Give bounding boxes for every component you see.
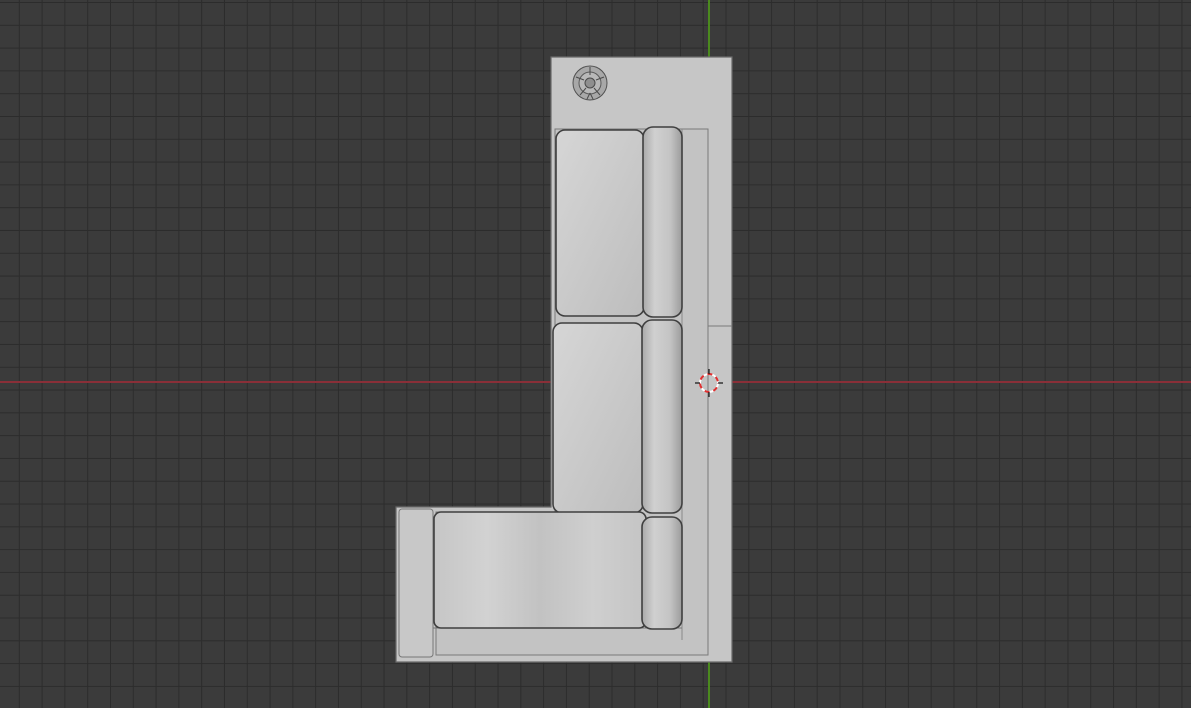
decor-ornament: [572, 65, 608, 101]
seat-cushion-2: [552, 322, 644, 514]
back-cushion-3: [641, 516, 683, 630]
3d-cursor-icon[interactable]: [695, 369, 723, 397]
back-cushion-1: [642, 126, 683, 318]
sofa-model[interactable]: [0, 0, 1191, 708]
seat-cushion-1: [555, 129, 645, 317]
sofa-arm-left: [398, 508, 434, 658]
back-cushion-2: [641, 319, 683, 514]
3d-viewport[interactable]: [0, 0, 1191, 708]
seat-cushion-chaise: [433, 511, 647, 629]
